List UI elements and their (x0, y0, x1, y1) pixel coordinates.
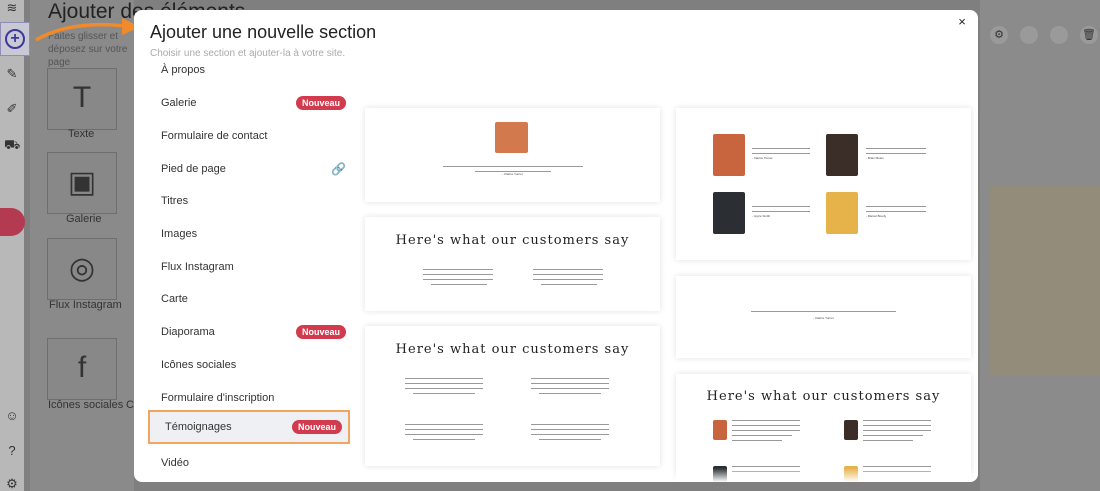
avatar (826, 134, 858, 176)
facebook-icon: f (77, 351, 87, 384)
avatar (713, 134, 745, 176)
elements-panel: Ajouter des éléments Faites glisser et d… (30, 0, 245, 491)
avatar (495, 122, 528, 153)
section-item-video[interactable]: Vidéo (146, 448, 352, 478)
section-list: À propos Galerie Nouveau Formulaire de co… (146, 58, 352, 482)
tile-label: Flux Instagram (49, 299, 122, 311)
trash-icon[interactable]: 🗑 (1080, 26, 1098, 44)
avatar (713, 192, 745, 234)
new-badge: Nouveau (291, 420, 342, 434)
close-icon[interactable]: × (954, 14, 970, 30)
avatar (713, 420, 727, 440)
modal-title: Ajouter une nouvelle section (150, 22, 377, 42)
section-item-images[interactable]: Images (146, 219, 352, 249)
toolbar-button[interactable] (1050, 26, 1068, 44)
preview-heading: Here's what our customers say (395, 233, 630, 248)
text-icon: T (72, 81, 92, 114)
toolbar-button[interactable] (1020, 26, 1038, 44)
section-item-social-icons[interactable]: Icônes sociales (146, 350, 352, 380)
section-item-map[interactable]: Carte (146, 284, 352, 314)
template-card[interactable]: - Clarice Turner (676, 276, 971, 358)
pencil-icon[interactable]: ✐ (4, 101, 20, 117)
paintbrush-icon[interactable]: ✎ (4, 66, 20, 82)
instagram-tile[interactable]: ◎ (47, 238, 117, 300)
add-section-modal: Ajouter une nouvelle section Choisir une… (134, 10, 978, 482)
section-item-footer[interactable]: Pied de page 🔗 (146, 154, 352, 184)
gallery-tile[interactable]: ▣ (47, 152, 117, 214)
add-section-button[interactable]: + (0, 22, 30, 56)
section-item-instagram[interactable]: Flux Instagram (146, 252, 352, 282)
author-name: - Clarice Turner (502, 172, 523, 176)
settings-icon[interactable]: ⚙ (4, 476, 20, 491)
template-card[interactable]: Here's what our customers say (365, 217, 660, 311)
new-badge: Nouveau (295, 325, 346, 339)
instagram-icon: ◎ (68, 252, 96, 285)
smiley-icon[interactable]: ☺ (4, 408, 20, 424)
tile-label: Texte (68, 128, 95, 140)
layers-icon[interactable]: ≋ (4, 0, 20, 16)
author-name: - Clarice Turner (752, 156, 773, 160)
template-card[interactable]: - Clarice Turner (365, 108, 660, 202)
cart-icon[interactable]: ⛟ (4, 137, 20, 153)
gear-icon[interactable]: ⚙ (990, 26, 1008, 44)
section-item-signup-form[interactable]: Formulaire d'inscription (146, 383, 352, 413)
section-item-contact-form[interactable]: Formulaire de contact (146, 121, 352, 151)
plus-circle-icon: + (5, 29, 25, 49)
text-tile[interactable]: T (47, 68, 117, 130)
page-image (990, 186, 1100, 376)
preview-fade (359, 468, 978, 482)
new-badge: Nouveau (295, 96, 346, 110)
preview-heading: Here's what our customers say (395, 342, 630, 357)
section-item-slideshow[interactable]: Diaporama Nouveau (146, 317, 352, 347)
section-item-titles[interactable]: Titres (146, 186, 352, 216)
tile-label: Icônes sociales (48, 399, 124, 411)
left-toolbar: ≋ ✎ ✐ ⛟ ☺ ? ⚙ (0, 0, 24, 491)
author-name: - Joyce Smith (752, 214, 771, 218)
author-name: - Clarice Turner (813, 316, 834, 320)
template-card[interactable]: Here's what our customers say (676, 374, 971, 482)
section-item-galerie[interactable]: Galerie Nouveau (146, 88, 352, 118)
editor-background: ⚙ 🗑 (980, 0, 1100, 491)
preview-heading: Here's what our customers say (706, 389, 941, 404)
avatar (826, 192, 858, 234)
author-name: - Brian Moten (866, 156, 885, 160)
author-name: - Marcel Boudy (866, 214, 887, 218)
social-icons-tile[interactable]: f (47, 338, 117, 400)
avatar (844, 420, 858, 440)
tile-label: Galerie (66, 213, 102, 225)
arrow-icon (35, 18, 140, 42)
section-item-testimonials[interactable]: Témoignages Nouveau (148, 410, 350, 444)
help-icon[interactable]: ? (4, 443, 20, 459)
section-item-a-propos[interactable]: À propos (146, 55, 352, 85)
image-icon: ▣ (67, 166, 97, 199)
link-icon: 🔗 (331, 162, 346, 176)
template-card[interactable]: Here's what our customers say (365, 326, 660, 466)
template-card[interactable]: - Clarice Turner - Brian Moten - Joyce S… (676, 108, 971, 260)
